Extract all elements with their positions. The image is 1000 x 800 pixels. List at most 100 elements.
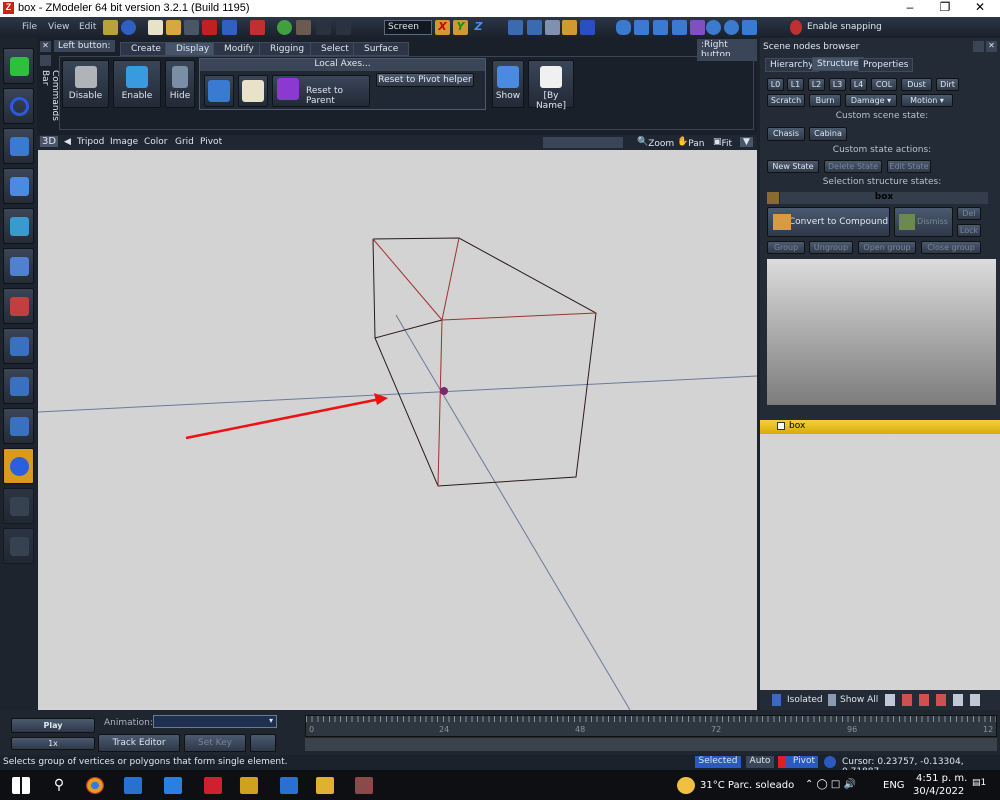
level-l1-button[interactable]: L1: [787, 78, 804, 91]
view-mode-select[interactable]: Screen: [384, 20, 432, 35]
isolated-button[interactable]: Isolated: [787, 695, 823, 705]
open-group-button[interactable]: Open group: [858, 241, 916, 254]
tool[interactable]: [3, 288, 34, 324]
timeline-ruler[interactable]: 0 24 48 72 96 12: [305, 715, 997, 737]
undo-icon[interactable]: [316, 20, 331, 35]
tree-tool-icon[interactable]: [936, 694, 946, 706]
lock-icon[interactable]: [767, 192, 779, 204]
damage-dropdown[interactable]: Damage ▾: [845, 94, 897, 107]
new-file-icon[interactable]: [148, 20, 163, 35]
animation-select[interactable]: ▾: [153, 715, 277, 728]
scale-tool[interactable]: [3, 128, 34, 164]
tube-icon[interactable]: [742, 20, 757, 35]
menu-grid[interactable]: Grid: [175, 137, 194, 147]
start-icon[interactable]: [12, 777, 30, 794]
level-dust-button[interactable]: Dust: [901, 78, 932, 91]
tool[interactable]: [3, 208, 34, 244]
tree-node-box[interactable]: box: [760, 420, 1000, 434]
reset-to-pivot-helper-button[interactable]: Reset to Pivot helper: [376, 73, 474, 87]
store-icon[interactable]: [124, 777, 142, 794]
ungroup-button[interactable]: Ungroup: [809, 241, 853, 254]
viewport-3d[interactable]: [37, 150, 758, 711]
delete-state-button[interactable]: Delete State: [824, 160, 882, 173]
tool[interactable]: [3, 528, 34, 564]
zmodeler-icon[interactable]: [204, 777, 222, 794]
tree-tool-icon[interactable]: [953, 694, 963, 706]
tab-modify[interactable]: Modify: [213, 42, 265, 56]
axis-z-toggle[interactable]: Z: [471, 20, 486, 35]
node-checkbox[interactable]: [777, 422, 785, 430]
scratch-button[interactable]: Scratch: [767, 94, 805, 107]
key-options-button[interactable]: [250, 734, 276, 752]
menu-view[interactable]: View: [48, 22, 69, 32]
new-state-button[interactable]: New State: [767, 160, 819, 173]
settings-icon[interactable]: [103, 20, 118, 35]
show-button[interactable]: Show: [492, 60, 524, 108]
align-axes-button[interactable]: [238, 75, 268, 107]
local-axes-header[interactable]: Local Axes...: [200, 59, 485, 71]
weather-text[interactable]: 31°C Parc. soleado: [700, 780, 794, 791]
hide-button[interactable]: Hide: [165, 60, 195, 108]
tray-icons[interactable]: ⌃ ◯ □ 🔊: [805, 779, 856, 790]
redo-icon[interactable]: [336, 20, 351, 35]
state-chasis-button[interactable]: Chasis: [767, 127, 805, 141]
mirror-tool[interactable]: [3, 168, 34, 204]
play-button[interactable]: Play: [11, 718, 95, 733]
pan-button[interactable]: ✋ Pan: [677, 137, 704, 149]
file-explorer-icon[interactable]: [316, 777, 334, 794]
scroll-left-icon[interactable]: ◀: [64, 137, 71, 147]
active-tool[interactable]: [3, 448, 34, 484]
level-l2-button[interactable]: L2: [808, 78, 825, 91]
zoom-button[interactable]: 🔍 Zoom: [637, 137, 674, 149]
tree-tool-icon[interactable]: [970, 694, 980, 706]
menu-image[interactable]: Image: [110, 137, 138, 147]
minimize-button[interactable]: –: [895, 0, 925, 17]
axis-y-toggle[interactable]: Y: [453, 20, 468, 35]
menu-file[interactable]: File: [22, 22, 37, 32]
chrome-icon[interactable]: [86, 777, 104, 794]
help-icon[interactable]: [121, 20, 136, 35]
set-key-button[interactable]: Set Key: [184, 734, 246, 752]
select-mode-icon[interactable]: [527, 20, 542, 35]
tool[interactable]: [3, 488, 34, 524]
del-button[interactable]: Del: [957, 207, 981, 220]
menu-color[interactable]: Color: [144, 137, 168, 147]
import-icon[interactable]: [222, 20, 237, 35]
close-button[interactable]: ✕: [965, 0, 995, 17]
tree-tool-icon[interactable]: [919, 694, 929, 706]
app-icon[interactable]: [355, 777, 373, 794]
by-name-button[interactable]: [By Name]: [528, 60, 574, 111]
level-l0-button[interactable]: L0: [767, 78, 784, 91]
clock-date[interactable]: 30/4/2022: [913, 786, 964, 797]
select-mode-icon[interactable]: [508, 20, 523, 35]
dummy-icon[interactable]: [690, 20, 705, 35]
level-col-button[interactable]: COL: [871, 78, 897, 91]
zmodeler-alt-icon[interactable]: [240, 777, 258, 794]
export-icon[interactable]: [250, 20, 265, 35]
open-folder-icon[interactable]: [166, 20, 181, 35]
close-icon[interactable]: ✕: [986, 41, 997, 52]
close-group-button[interactable]: Close group: [921, 241, 981, 254]
capsule-icon[interactable]: [616, 20, 631, 35]
node-tree[interactable]: [760, 434, 1000, 690]
level-l3-button[interactable]: L3: [829, 78, 846, 91]
restore-button[interactable]: ❐: [930, 0, 960, 17]
tab-rigging[interactable]: Rigging: [259, 42, 316, 56]
enable-button[interactable]: Enable: [113, 60, 161, 108]
check-icon[interactable]: [824, 756, 836, 768]
show-all-button[interactable]: Show All: [840, 695, 878, 705]
group-button[interactable]: Group: [767, 241, 805, 254]
move-tool[interactable]: [3, 48, 34, 84]
enable-snapping-button[interactable]: Enable snapping: [807, 22, 882, 32]
reset-to-parent-button[interactable]: Reset to Parent: [272, 75, 370, 107]
save-icon[interactable]: [184, 20, 199, 35]
tab-display[interactable]: Display: [165, 42, 221, 56]
view-mode-button[interactable]: 3D: [40, 136, 59, 147]
menu-edit[interactable]: Edit: [79, 22, 96, 32]
material-icon[interactable]: [296, 20, 311, 35]
pivot-toggle[interactable]: Pivot: [778, 756, 818, 768]
render-icon[interactable]: [277, 20, 292, 35]
burn-button[interactable]: Burn: [809, 94, 841, 107]
tree-tool-icon[interactable]: [902, 694, 912, 706]
auto-toggle[interactable]: Auto: [746, 756, 774, 768]
